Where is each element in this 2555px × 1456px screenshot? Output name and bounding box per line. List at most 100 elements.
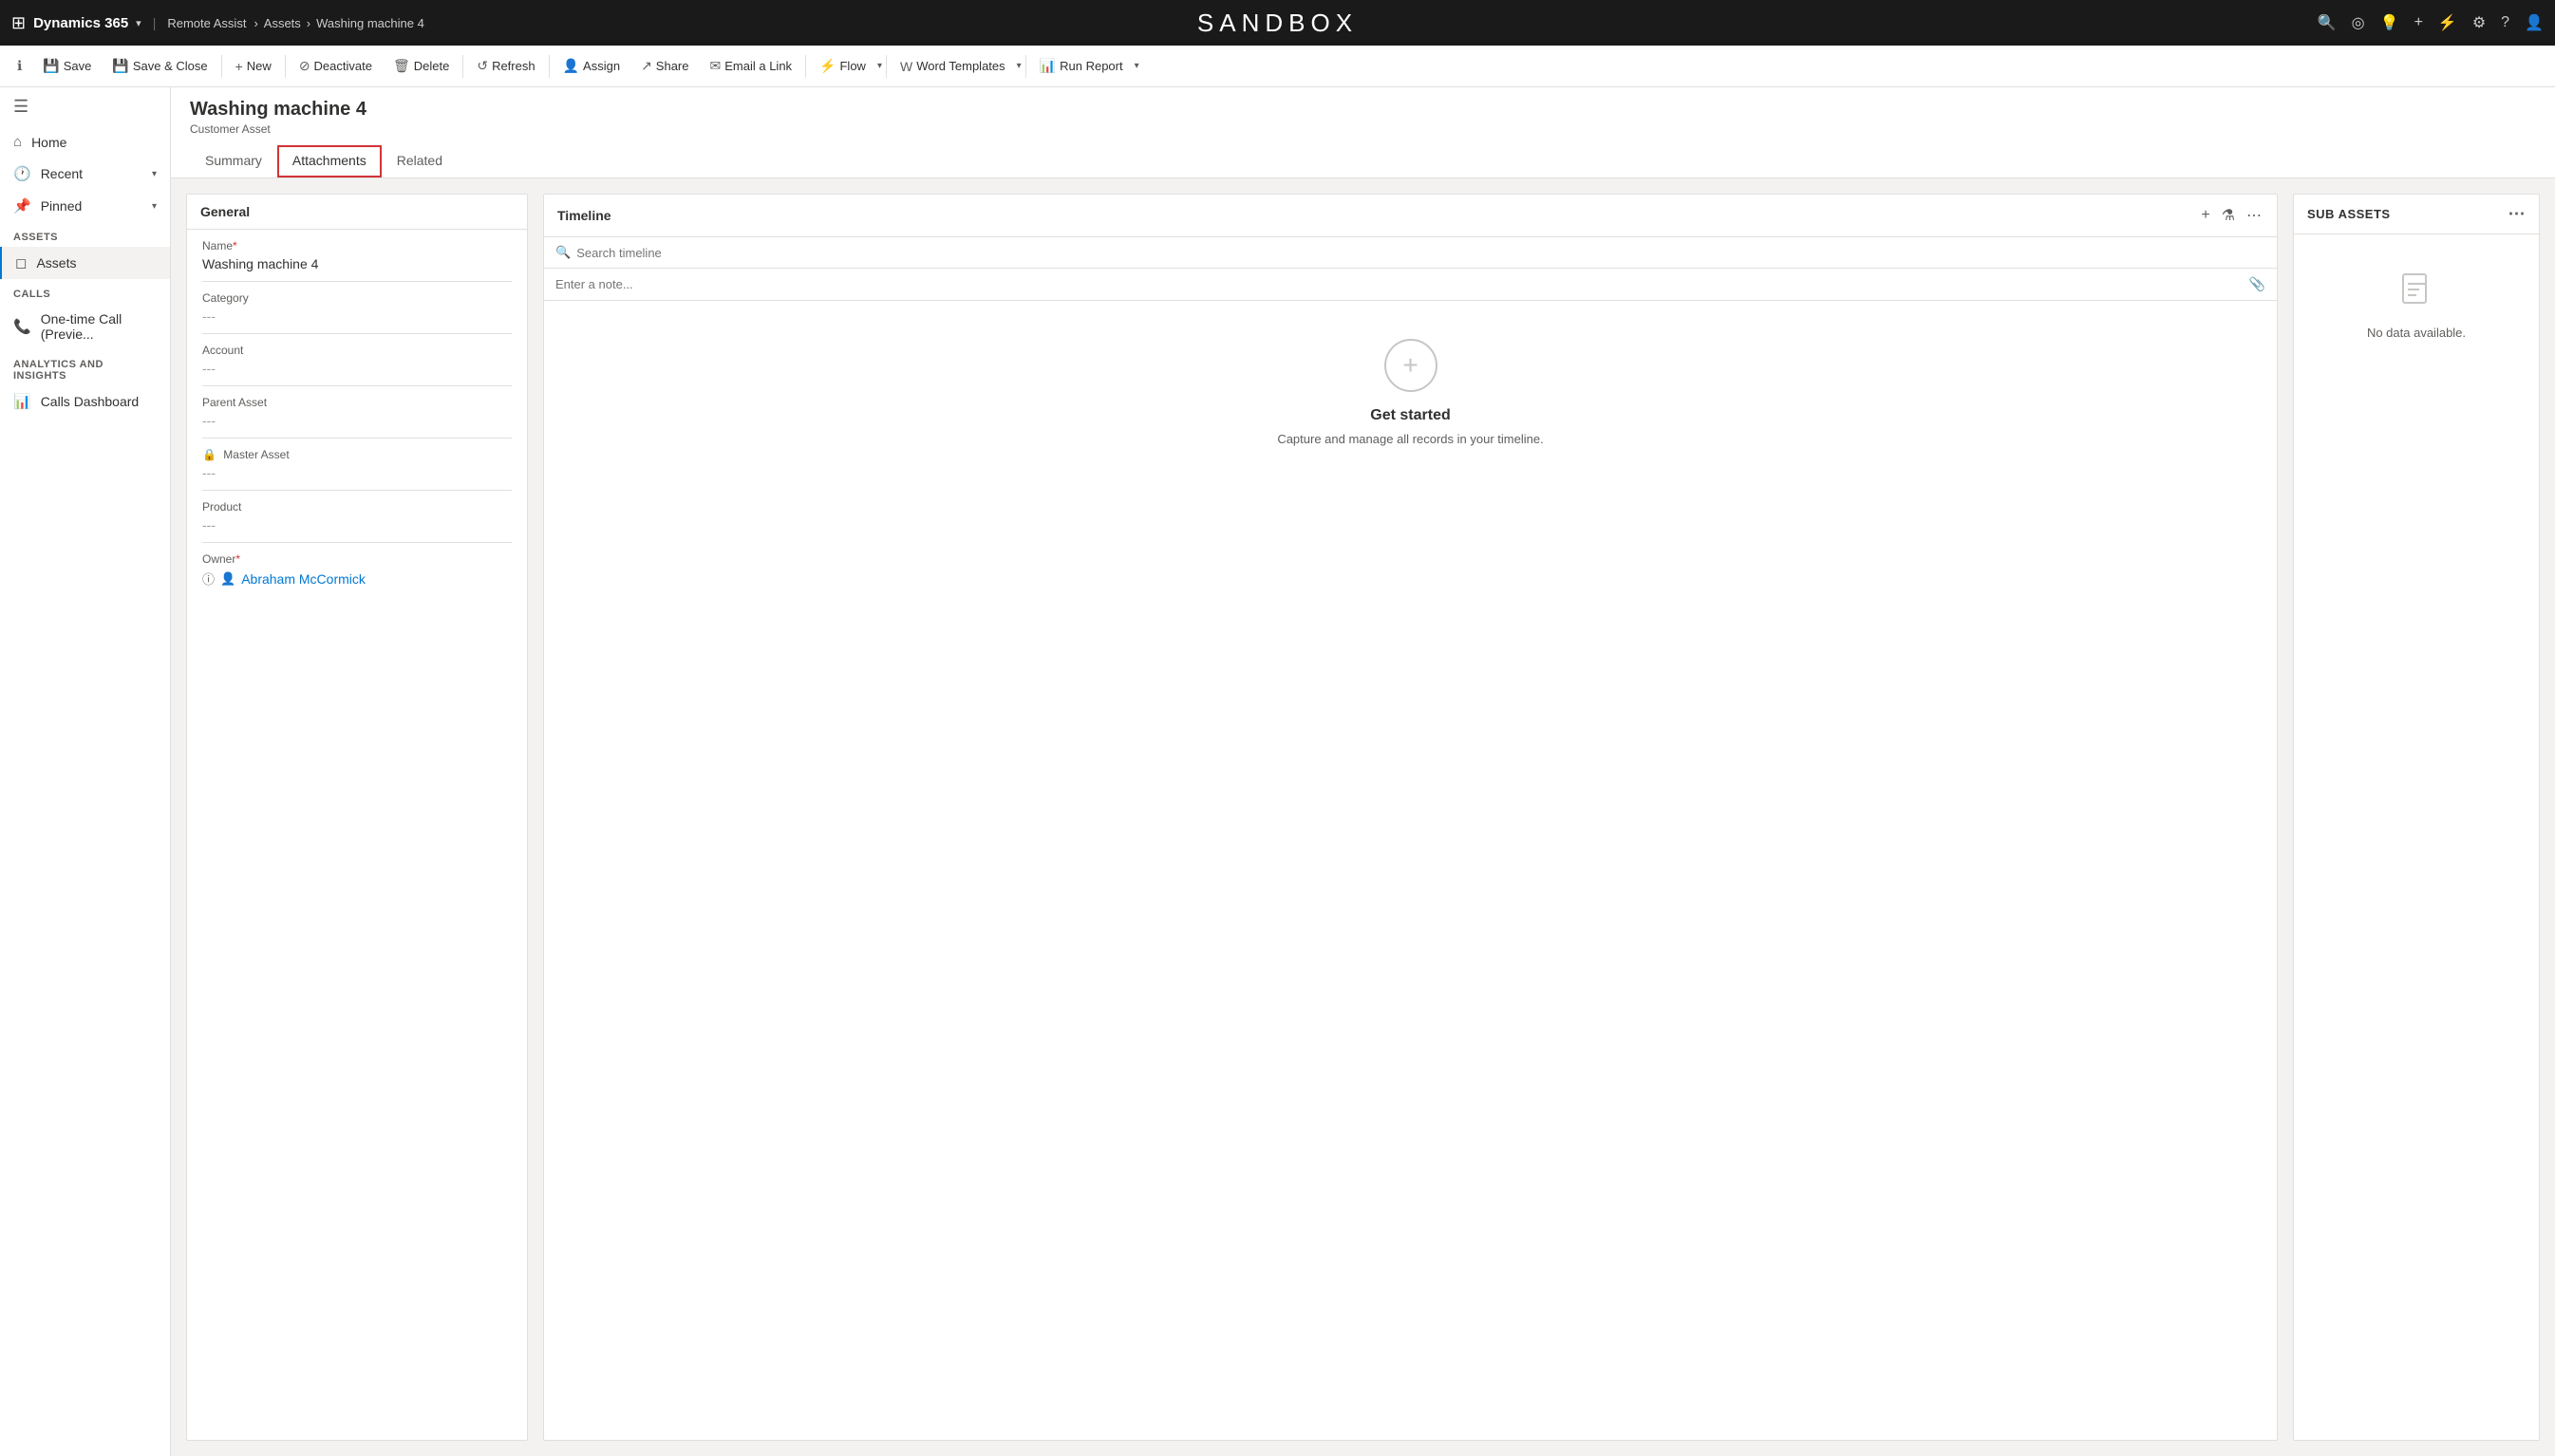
word-templates-button[interactable]: W Word Templates (891, 55, 1015, 78)
sidebar-item-recent[interactable]: 🕐 Recent ▾ (0, 158, 170, 190)
timeline-add-circle-button[interactable]: + (1384, 339, 1437, 392)
tab-attachments[interactable]: Attachments (277, 145, 382, 177)
save-button[interactable]: 💾 Save (33, 54, 101, 78)
field-category-value[interactable]: --- (202, 308, 512, 324)
timeline-title: Timeline (557, 208, 611, 223)
timeline-add-button[interactable]: + (2199, 205, 2211, 226)
timeline-note-input[interactable] (555, 277, 2249, 291)
timeline-more-button[interactable]: ⋯ (2245, 204, 2264, 227)
save-close-icon: 💾 (112, 58, 128, 74)
toolbar-sep-3 (462, 55, 463, 78)
sidebar-item-calls-dashboard[interactable]: 📊 Calls Dashboard (0, 385, 170, 418)
field-parent-asset-value[interactable]: --- (202, 413, 512, 428)
app-name[interactable]: Dynamics 365 (33, 15, 128, 31)
grid-icon[interactable]: ⊞ (11, 13, 26, 33)
lightbulb-icon[interactable]: 💡 (2380, 13, 2399, 32)
sidebar-toggle[interactable]: ☰ (0, 87, 170, 126)
new-button[interactable]: + New (226, 55, 281, 78)
search-nav-icon[interactable]: 🔍 (2318, 13, 2337, 32)
field-master-asset-value[interactable]: --- (202, 465, 512, 480)
field-account: Account --- (187, 334, 527, 385)
timeline-search-icon: 🔍 (555, 245, 571, 260)
user-icon[interactable]: 👤 (2525, 13, 2544, 32)
attach-icon[interactable]: 📎 (2249, 276, 2265, 292)
flow-dropdown[interactable]: ⚡ Flow ▾ (810, 54, 882, 78)
breadcrumb-current: Washing machine 4 (316, 16, 424, 30)
sidebar-item-assets[interactable]: ◻ Assets (0, 247, 170, 279)
toolbar-sep-5 (805, 55, 806, 78)
record-header: Washing machine 4 Customer Asset Summary… (171, 87, 2555, 178)
sidebar-item-one-time-call[interactable]: 📞 One-time Call (Previe... (0, 304, 170, 349)
toolbar-sep-1 (221, 55, 222, 78)
share-icon: ↗ (641, 58, 652, 74)
run-report-chevron-icon[interactable]: ▾ (1135, 61, 1139, 71)
timeline-empty: + Get started Capture and manage all rec… (544, 301, 2277, 484)
new-icon: + (235, 59, 243, 74)
timeline-filter-button[interactable]: ⚗ (2220, 204, 2237, 227)
breadcrumb: › Assets › Washing machine 4 (254, 16, 423, 30)
timeline-header: Timeline + ⚗ ⋯ (544, 195, 2277, 237)
flow-chevron-icon[interactable]: ▾ (877, 61, 882, 71)
timeline-panel: Timeline + ⚗ ⋯ 🔍 📎 + Get (543, 194, 2278, 1441)
run-report-button[interactable]: 📊 Run Report (1030, 54, 1133, 78)
assign-button[interactable]: 👤 Assign (554, 54, 629, 78)
refresh-button[interactable]: ↺ Refresh (467, 54, 544, 78)
field-name: Name* Washing machine 4 (187, 230, 527, 281)
field-master-asset: 🔒 Master Asset --- (187, 439, 527, 490)
run-report-dropdown[interactable]: 📊 Run Report ▾ (1030, 54, 1139, 78)
sidebar-pinned-label: Pinned (41, 198, 83, 214)
timeline-search-input[interactable] (576, 246, 2265, 260)
info-button[interactable]: ℹ (8, 54, 31, 78)
plus-nav-icon[interactable]: + (2414, 14, 2423, 31)
save-close-button[interactable]: 💾 Save & Close (103, 54, 216, 78)
toolbar-sep-2 (285, 55, 286, 78)
sidebar-item-pinned[interactable]: 📌 Pinned ▾ (0, 190, 170, 222)
field-owner: Owner* ⓘ 👤 Abraham McCormick (187, 543, 527, 597)
owner-help-icon[interactable]: ⓘ (202, 569, 215, 588)
flow-button[interactable]: ⚡ Flow (810, 54, 875, 78)
owner-person-icon: 👤 (220, 571, 235, 587)
lock-icon: 🔒 (202, 448, 216, 461)
delete-button[interactable]: 🗑 Delete (384, 54, 459, 78)
owner-row: ⓘ 👤 Abraham McCormick (202, 569, 512, 588)
target-icon[interactable]: ◎ (2352, 13, 2365, 32)
subassets-empty: No data available. (2294, 234, 2539, 378)
tab-summary[interactable]: Summary (190, 145, 277, 177)
timeline-search: 🔍 (544, 237, 2277, 269)
filter-nav-icon[interactable]: ⚡ (2438, 13, 2457, 32)
refresh-icon: ↺ (477, 58, 488, 74)
sidebar-dashboard-label: Calls Dashboard (41, 394, 140, 409)
field-account-value[interactable]: --- (202, 361, 512, 376)
toolbar-sep-6 (886, 55, 887, 78)
field-owner-value[interactable]: Abraham McCormick (241, 571, 366, 587)
subassets-title: SUB ASSETS (2307, 207, 2391, 221)
settings-icon[interactable]: ⚙ (2472, 13, 2486, 32)
sidebar-home-label: Home (31, 135, 66, 150)
breadcrumb-assets[interactable]: Assets (264, 16, 301, 30)
name-required: * (233, 239, 237, 252)
delete-icon: 🗑 (393, 58, 410, 74)
app-section-label: Remote Assist (167, 16, 246, 30)
app-chevron-icon[interactable]: ▾ (136, 17, 141, 29)
subassets-more-button[interactable]: ⋯ (2508, 204, 2527, 224)
word-templates-dropdown[interactable]: W Word Templates ▾ (891, 55, 1022, 78)
subassets-header: SUB ASSETS ⋯ (2294, 195, 2539, 234)
toolbar-sep-4 (549, 55, 550, 78)
deactivate-button[interactable]: ⊘ Deactivate (290, 54, 382, 78)
info-icon: ℹ (17, 58, 22, 74)
field-name-value[interactable]: Washing machine 4 (202, 256, 512, 271)
subassets-empty-icon (2313, 272, 2520, 318)
word-templates-chevron-icon[interactable]: ▾ (1017, 61, 1022, 71)
help-icon[interactable]: ? (2501, 14, 2509, 31)
assign-icon: 👤 (563, 58, 579, 74)
timeline-empty-title: Get started (563, 407, 2258, 424)
app-layout: ☰ ⌂ Home 🕐 Recent ▾ 📌 Pinned ▾ Assets ◻ … (0, 87, 2555, 1456)
share-button[interactable]: ↗ Share (631, 54, 698, 78)
field-product: Product --- (187, 491, 527, 542)
general-panel-header: General (187, 195, 527, 230)
field-product-value[interactable]: --- (202, 517, 512, 532)
tab-related[interactable]: Related (382, 145, 458, 177)
email-link-button[interactable]: ✉ Email a Link (701, 54, 802, 78)
sidebar-item-home[interactable]: ⌂ Home (0, 126, 170, 158)
sidebar-section-calls: Calls (0, 279, 170, 304)
